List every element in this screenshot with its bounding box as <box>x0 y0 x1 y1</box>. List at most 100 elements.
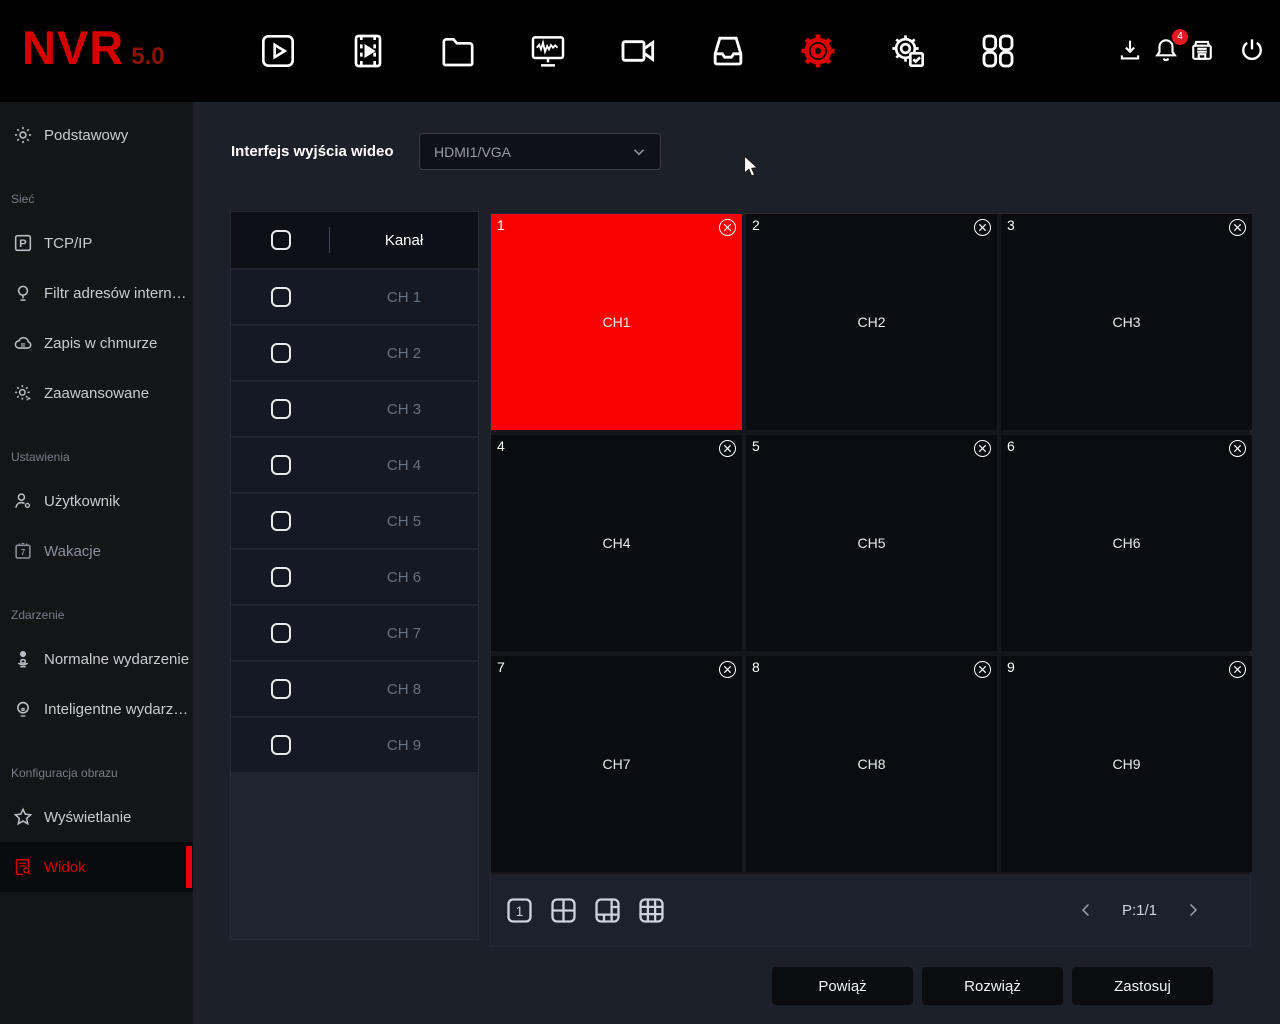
channel-table: Kanał CH 1 CH 2 CH 3 CH 4 CH 5 CH 6 CH 7… <box>230 211 479 940</box>
sidebar-item-label: Wakacje <box>44 542 101 560</box>
close-icon[interactable] <box>974 219 991 236</box>
sidebar-item-widok[interactable]: Widok <box>0 842 193 892</box>
grid-cell-ch6[interactable]: 6 CH6 <box>1001 435 1252 651</box>
person-icon <box>12 648 34 670</box>
table-row[interactable]: CH 7 <box>231 606 478 660</box>
smart-event-icon <box>12 698 34 720</box>
apps-icon[interactable] <box>976 29 1020 73</box>
sidebar-item-inteligentne-wydarzenie[interactable]: Inteligentne wydarzenie <box>0 684 193 734</box>
page-indicator: P:1/1 <box>1121 901 1157 919</box>
close-icon[interactable] <box>1229 219 1246 236</box>
unbind-button[interactable]: Rozwiąż <box>922 967 1063 1005</box>
row-checkbox[interactable] <box>271 343 291 363</box>
row-checkbox[interactable] <box>271 735 291 755</box>
alarm-count-badge: 4 <box>1172 29 1188 45</box>
grid-cell-ch4[interactable]: 4 CH4 <box>491 435 742 651</box>
channel-column-header: Kanał <box>384 231 424 249</box>
svg-text:P: P <box>19 238 27 250</box>
grid-cell-ch9[interactable]: 9 CH9 <box>1001 656 1252 872</box>
layout-1-icon[interactable]: 1 <box>504 895 535 926</box>
preview-icon[interactable] <box>256 29 300 73</box>
close-icon[interactable] <box>1229 661 1246 678</box>
row-checkbox[interactable] <box>271 399 291 419</box>
display-monitor-icon[interactable] <box>526 29 570 73</box>
grid-cell-ch2[interactable]: 2 CH2 <box>746 214 997 430</box>
layout-4-icon[interactable] <box>548 895 579 926</box>
grid-cell-ch3[interactable]: 3 CH3 <box>1001 214 1252 430</box>
app-logo: NVR 5.0 <box>22 24 165 71</box>
table-row[interactable]: CH 5 <box>231 494 478 548</box>
row-checkbox[interactable] <box>271 567 291 587</box>
gear-icon <box>12 124 34 146</box>
table-row[interactable]: CH 1 <box>231 270 478 324</box>
chevron-left-icon[interactable] <box>1078 902 1094 918</box>
sidebar: Podstawowy Sieć P TCP/IP Filtr adresów i… <box>0 102 193 1024</box>
sidebar-item-uzytkownik[interactable]: Użytkownik <box>0 476 193 526</box>
sidebar-item-label: Widok <box>44 858 86 876</box>
alarm-bell-icon[interactable]: 4 <box>1151 29 1188 65</box>
video-grid-panel: 1 CH1 2 CH2 3 CH3 4 CH4 5 CH5 6 CH6 7 CH… <box>490 213 1252 947</box>
close-icon[interactable] <box>719 440 736 457</box>
table-row[interactable]: CH 6 <box>231 550 478 604</box>
chevron-right-icon[interactable] <box>1185 902 1201 918</box>
sidebar-item-label: Użytkownik <box>44 492 120 510</box>
close-icon[interactable] <box>974 661 991 678</box>
table-row[interactable]: CH 8 <box>231 662 478 716</box>
sidebar-item-tcpip[interactable]: P TCP/IP <box>0 218 193 268</box>
grid-cell-ch5[interactable]: 5 CH5 <box>746 435 997 651</box>
tcpip-icon: P <box>12 232 34 254</box>
topbar: NVR 5.0 4 <box>0 0 1280 102</box>
row-checkbox[interactable] <box>271 511 291 531</box>
maintenance-icon[interactable] <box>886 29 930 73</box>
row-checkbox[interactable] <box>271 287 291 307</box>
topbar-status: 4 <box>1109 29 1267 65</box>
table-row[interactable]: CH 4 <box>231 438 478 492</box>
sidebar-item-wyswietlanie[interactable]: Wyświetlanie <box>0 792 193 842</box>
logo-version: 5.0 <box>131 43 165 70</box>
apply-button[interactable]: Zastosuj <box>1072 967 1213 1005</box>
system-settings-icon[interactable] <box>796 29 840 73</box>
sidebar-item-filtr-adresow[interactable]: Filtr adresów internet... <box>0 268 193 318</box>
table-row[interactable]: CH 9 <box>231 718 478 772</box>
sidebar-item-zapis-w-chmurze[interactable]: Zapis w chmurze <box>0 318 193 368</box>
close-icon[interactable] <box>974 440 991 457</box>
playback-icon[interactable] <box>346 29 390 73</box>
address-filter-icon <box>12 282 34 304</box>
sidebar-section-konfiguracja-obrazu: Konfiguracja obrazu <box>11 766 118 780</box>
table-row[interactable]: CH 3 <box>231 382 478 436</box>
storage-icon[interactable] <box>706 29 750 73</box>
file-management-icon[interactable] <box>436 29 480 73</box>
layout-9-icon[interactable] <box>636 895 667 926</box>
output-interface-dropdown[interactable]: HDMI1/VGA <box>419 133 661 170</box>
power-icon[interactable] <box>1237 35 1267 65</box>
row-checkbox[interactable] <box>271 623 291 643</box>
output-interface-label: Interfejs wyjścia wideo <box>231 143 394 160</box>
pager: P:1/1 <box>1078 902 1201 919</box>
row-checkbox[interactable] <box>271 679 291 699</box>
main-content: Interfejs wyjścia wideo HDMI1/VGA Kanał … <box>193 102 1280 1024</box>
camera-icon[interactable] <box>616 29 660 73</box>
bind-button[interactable]: Powiąż <box>772 967 913 1005</box>
sidebar-item-wakacje[interactable]: 7 Wakacje <box>0 526 193 576</box>
sidebar-item-podstawowy[interactable]: Podstawowy <box>0 110 193 160</box>
sidebar-item-normalne-wydarzenie[interactable]: Normalne wydarzenie <box>0 634 193 684</box>
grid-cell-ch1[interactable]: 1 CH1 <box>491 214 742 430</box>
row-checkbox[interactable] <box>271 455 291 475</box>
sidebar-item-label: Wyświetlanie <box>44 808 132 826</box>
table-row[interactable]: CH 2 <box>231 326 478 380</box>
close-icon[interactable] <box>719 219 736 236</box>
sidebar-item-label: Zaawansowane <box>44 384 150 402</box>
device-inbox-icon[interactable] <box>1187 35 1217 65</box>
star-icon <box>12 806 34 828</box>
export-icon[interactable] <box>1115 35 1145 65</box>
close-icon[interactable] <box>1229 440 1246 457</box>
select-all-checkbox[interactable] <box>271 230 291 250</box>
grid-cell-ch8[interactable]: 8 CH8 <box>746 656 997 872</box>
view-document-icon <box>12 856 34 878</box>
layout-6-icon[interactable] <box>592 895 623 926</box>
sidebar-item-label: Normalne wydarzenie <box>44 650 190 668</box>
close-icon[interactable] <box>719 661 736 678</box>
grid-cell-ch7[interactable]: 7 CH7 <box>491 656 742 872</box>
sidebar-item-zaawansowane[interactable]: Zaawansowane <box>0 368 193 418</box>
table-filler <box>231 772 478 939</box>
